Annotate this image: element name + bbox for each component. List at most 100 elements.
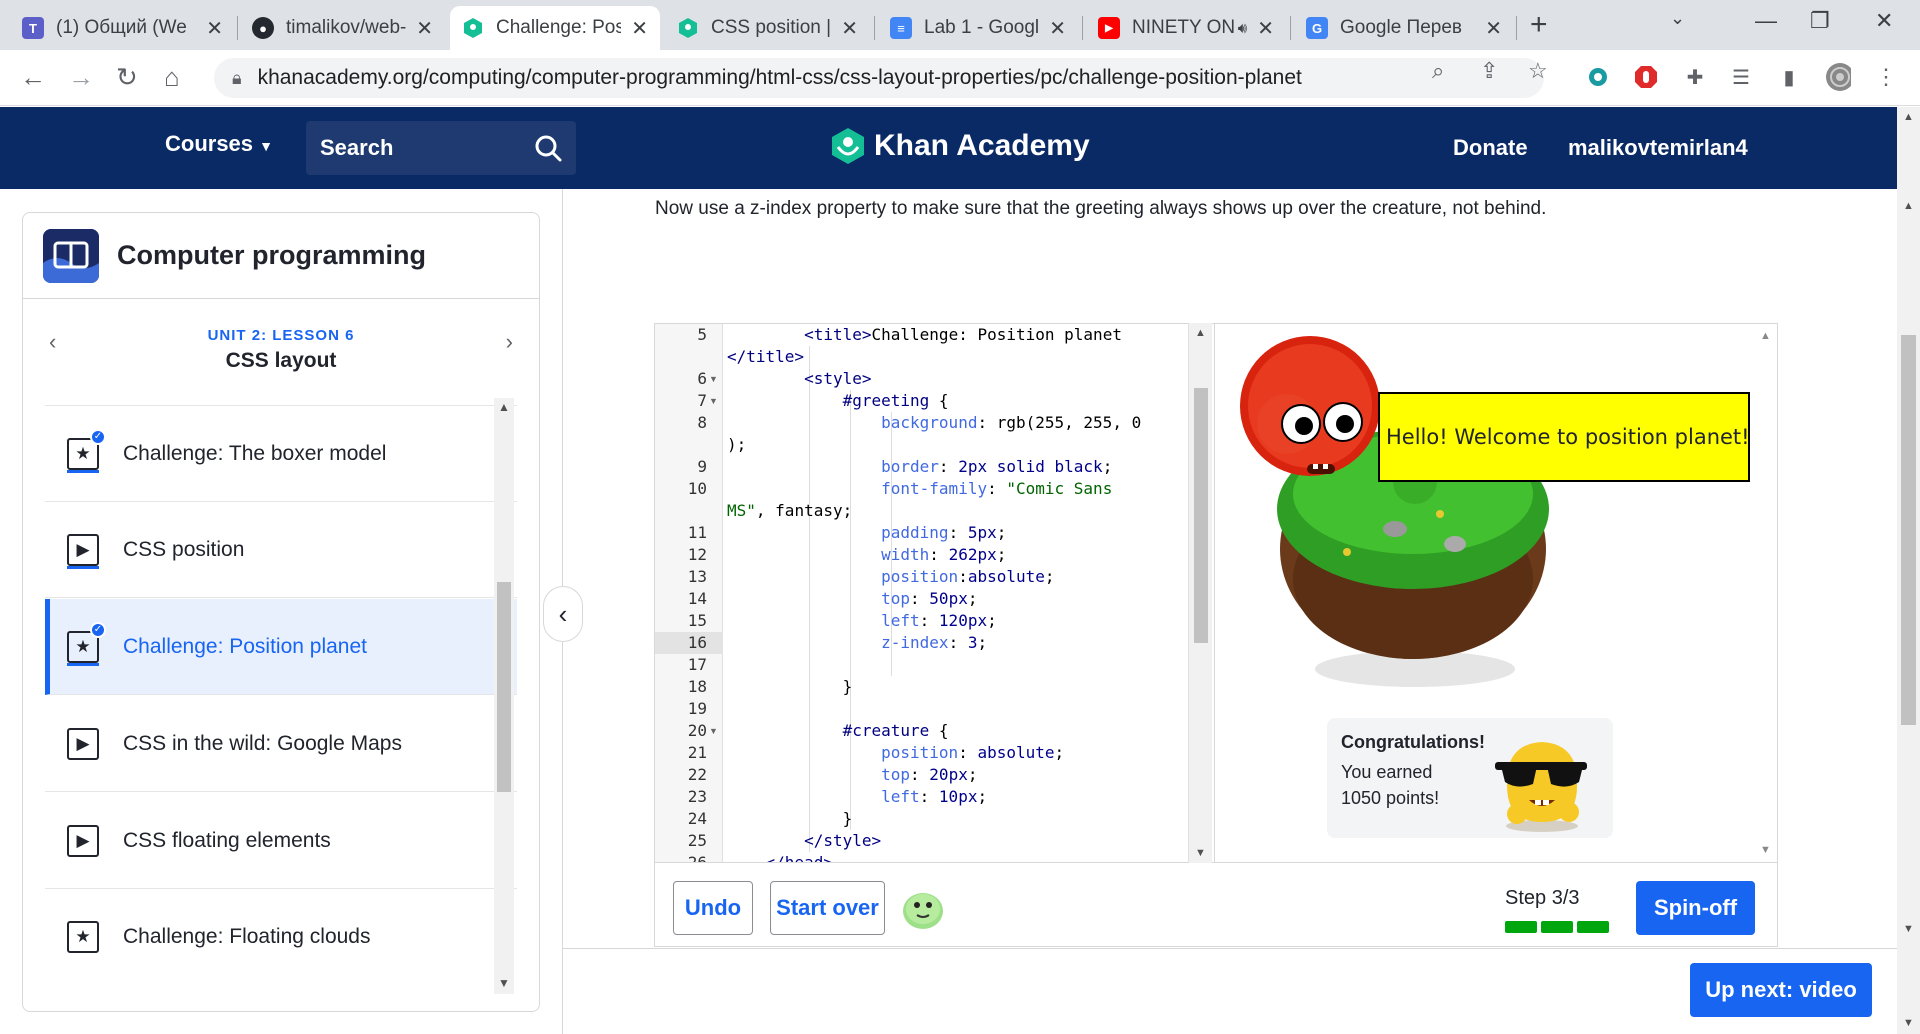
profile-avatar[interactable] <box>1825 62 1851 92</box>
code-line[interactable]: </title> <box>727 346 804 368</box>
code-text[interactable]: <title>Challenge: Position planet </titl… <box>727 324 1187 862</box>
chevron-right-icon[interactable]: › <box>506 329 513 355</box>
close-tab-icon[interactable]: ✕ <box>1049 16 1066 41</box>
back-icon[interactable]: ← <box>20 62 46 92</box>
lesson-item-css-position[interactable]: ▶ CSS position <box>45 502 517 598</box>
close-tab-icon[interactable]: ✕ <box>841 16 858 41</box>
scroll-up-icon[interactable]: ▲ <box>1760 330 1771 342</box>
code-line[interactable]: #greeting { <box>727 390 949 412</box>
close-tab-icon[interactable]: ✕ <box>631 16 648 41</box>
browser-tab-github[interactable]: ● timalikov/web- ✕ <box>240 6 445 50</box>
scroll-down-icon[interactable]: ▼ <box>1760 844 1771 856</box>
code-line[interactable]: position:absolute; <box>727 566 1054 588</box>
media-control-icon[interactable]: ☰ <box>1728 64 1754 90</box>
code-line[interactable]: <style> <box>727 368 871 390</box>
lesson-item-boxer-model[interactable]: ★ ✓ Challenge: The boxer model <box>45 406 517 502</box>
code-line[interactable]: ); <box>727 434 746 456</box>
code-line[interactable]: #creature { <box>727 720 949 742</box>
lesson-item-floating-elements[interactable]: ▶ CSS floating elements <box>45 793 517 889</box>
spin-off-button[interactable]: Spin-off <box>1636 881 1755 935</box>
scroll-down-icon[interactable]: ▼ <box>1195 847 1206 859</box>
code-line[interactable]: } <box>727 808 853 830</box>
address-bar[interactable]: 🔒︎ khanacademy.org/computing/computer-pr… <box>214 58 1544 98</box>
search-icon[interactable] <box>534 134 562 162</box>
code-line[interactable]: top: 50px; <box>727 588 977 610</box>
khan-academy-logo[interactable]: Khan Academy <box>830 127 1090 165</box>
code-line[interactable]: width: 262px; <box>727 544 1006 566</box>
courses-menu[interactable]: Courses ▼ <box>165 131 273 157</box>
url-text[interactable]: khanacademy.org/computing/computer-progr… <box>258 66 1302 90</box>
browser-tab-lab1[interactable]: ≡ Lab 1 - Google ✕ <box>878 6 1078 50</box>
home-icon[interactable]: ⌂ <box>164 62 180 92</box>
code-line[interactable]: </style> <box>727 830 881 852</box>
scroll-down-icon[interactable]: ▼ <box>1903 923 1914 935</box>
scroll-up-icon[interactable]: ▲ <box>498 400 510 414</box>
browser-tab-youtube[interactable]: ▶ NINETY ON 🔊︎ ✕ <box>1086 6 1286 50</box>
zoom-icon[interactable]: ⌕ <box>1432 58 1444 84</box>
course-header[interactable]: Computer programming <box>23 213 539 299</box>
close-window-icon[interactable]: ✕ <box>1875 8 1893 34</box>
close-tab-icon[interactable]: ✕ <box>206 16 223 41</box>
page-scroll-thumb[interactable] <box>1901 335 1916 725</box>
fold-arrow-icon[interactable]: ▼ <box>709 390 718 412</box>
minimize-icon[interactable]: — <box>1755 8 1777 34</box>
scroll-down-icon[interactable]: ▼ <box>1903 1017 1914 1029</box>
code-line[interactable]: <title>Challenge: Position planet <box>727 324 1122 346</box>
donate-link[interactable]: Donate <box>1453 135 1528 161</box>
adblock-icon[interactable] <box>1634 65 1658 89</box>
browser-tab-teams[interactable]: T (1) Общий (We ✕ <box>10 6 235 50</box>
editor-scroll-thumb[interactable] <box>1194 388 1208 643</box>
sidebar-scrollbar[interactable]: ▲ ▼ <box>494 398 514 994</box>
up-next-button[interactable]: Up next: video <box>1690 963 1872 1017</box>
browser-tab-translate[interactable]: G Google Перев ✕ <box>1294 6 1514 50</box>
undo-button[interactable]: Undo <box>673 881 753 935</box>
start-over-button[interactable]: Start over <box>770 881 885 935</box>
editor-scrollbar[interactable]: ▲ ▼ <box>1188 323 1212 863</box>
code-line[interactable]: padding: 5px; <box>727 522 1006 544</box>
scroll-up-icon[interactable]: ▲ <box>1195 327 1206 339</box>
lesson-item-floating-clouds[interactable]: ★ Challenge: Floating clouds <box>45 889 517 985</box>
reload-icon[interactable]: ↻ <box>116 62 138 92</box>
fold-arrow-icon[interactable]: ▼ <box>709 368 718 390</box>
browser-tab-challenge[interactable]: Challenge: Pos ✕ <box>450 6 660 50</box>
browser-menu-icon[interactable]: ⋮ <box>1873 64 1899 90</box>
fold-arrow-icon[interactable]: ▼ <box>709 720 718 742</box>
code-line[interactable]: background: rgb(255, 255, 0 <box>727 412 1141 434</box>
user-menu[interactable]: malikovtemirlan4 <box>1568 135 1748 161</box>
code-line[interactable]: left: 120px; <box>727 610 997 632</box>
lesson-item-position-planet[interactable]: ★ ✓ Challenge: Position planet <box>45 599 517 695</box>
scroll-up-icon[interactable]: ▲ <box>1903 200 1914 212</box>
restore-icon[interactable]: ❐ <box>1810 8 1830 34</box>
code-line[interactable]: z-index: 3; <box>727 632 987 654</box>
tab-search-icon[interactable]: ⌄ <box>1670 8 1685 29</box>
lesson-item-google-maps[interactable]: ▶ CSS in the wild: Google Maps <box>45 696 517 792</box>
scroll-down-icon[interactable]: ▼ <box>498 976 510 990</box>
code-line[interactable]: left: 10px; <box>727 786 987 808</box>
close-tab-icon[interactable]: ✕ <box>1485 16 1502 41</box>
code-line[interactable]: MS", fantasy; <box>727 500 852 522</box>
code-line[interactable]: top: 20px; <box>727 764 977 786</box>
code-editor[interactable]: 5 6 ▼ 7 ▼ 8 9 10 11 12 13 14 15 16 17 18 1… <box>654 323 1214 863</box>
page-scrollbar[interactable]: ▲ ▲ ▼ ▼ <box>1897 107 1920 1034</box>
output-scrollbar[interactable]: ▲ ▼ <box>1754 324 1777 862</box>
lock-icon[interactable]: 🔒︎ <box>232 68 242 89</box>
share-icon[interactable]: ⇪ <box>1480 58 1498 84</box>
extensions-puzzle-icon[interactable]: ✚ <box>1682 64 1708 90</box>
code-line[interactable]: } <box>727 676 853 698</box>
scroll-up-icon[interactable]: ▲ <box>1903 111 1914 123</box>
code-line[interactable]: </head> <box>727 852 833 862</box>
code-line[interactable]: border: 2px solid black; <box>727 456 1112 478</box>
side-panel-icon[interactable]: ▮ <box>1776 64 1802 90</box>
speaker-icon[interactable]: 🔊︎ <box>1238 20 1247 37</box>
browser-tab-css-position[interactable]: CSS position | ( ✕ <box>665 6 870 50</box>
collapse-sidebar-button[interactable]: ‹ <box>543 586 583 642</box>
bookmark-star-icon[interactable]: ☆ <box>1528 58 1548 84</box>
code-line[interactable]: position: absolute; <box>727 742 1064 764</box>
forward-icon[interactable]: → <box>68 62 94 92</box>
close-tab-icon[interactable]: ✕ <box>1257 16 1274 41</box>
sidebar-scroll-thumb[interactable] <box>497 582 511 792</box>
close-tab-icon[interactable]: ✕ <box>416 16 433 41</box>
search-input[interactable]: Search <box>306 121 576 175</box>
new-tab-button[interactable]: + <box>1530 10 1548 40</box>
hint-creature-icon[interactable] <box>901 887 945 931</box>
